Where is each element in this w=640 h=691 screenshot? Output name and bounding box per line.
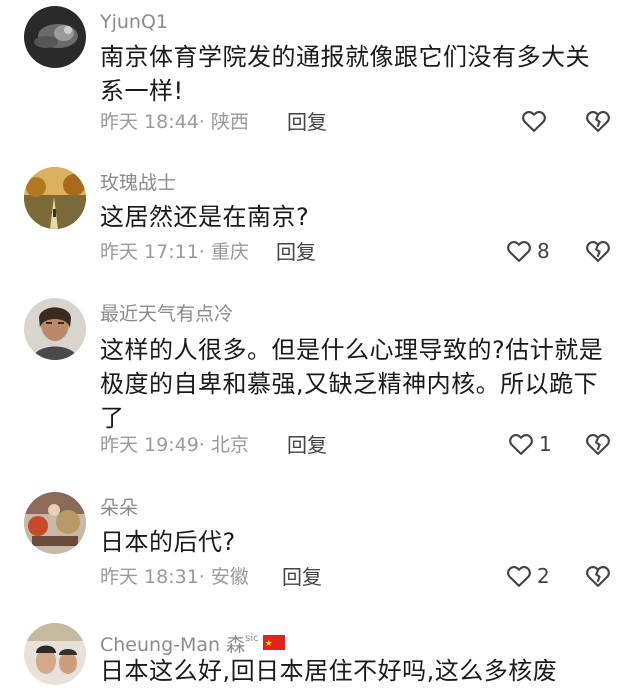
heart-outline-icon [507,566,531,587]
username[interactable]: 玫瑰战士 [100,171,176,195]
like-button[interactable]: 2 [505,562,565,592]
dislike-button[interactable] [584,562,614,592]
avatar[interactable] [24,298,86,360]
avatar[interactable] [24,167,86,229]
comment-time: 昨天 17:11 [100,241,199,263]
comment-time: 昨天 19:49 [100,434,199,456]
broken-heart-icon [586,111,610,132]
avatar[interactable] [24,6,86,68]
heart-outline-icon [507,241,531,262]
comment-location: 重庆 [210,241,249,263]
like-button[interactable]: 1 [507,430,567,460]
reply-button[interactable]: 回复 [276,240,316,264]
comment-location: 北京 [210,434,249,456]
username[interactable]: 最近天气有点冷 [100,302,233,326]
dislike-button[interactable] [584,237,614,267]
comment-text: 日本这么好,回日本居住不好吗,这么多核废 [100,657,558,685]
like-count: 8 [537,239,550,263]
broken-heart-icon [586,434,610,455]
heart-outline-icon [509,434,533,455]
comment-meta: 昨天 18:44· 陕西 [100,111,249,133]
reply-button[interactable]: 回复 [287,433,327,457]
comment-text: 这样的人很多。但是什么心理导致的?估计就是极度的自卑和慕强,又缺乏精神内核。所以… [100,336,604,432]
dislike-button[interactable] [584,430,614,460]
username[interactable]: YjunQ1 [100,10,168,34]
avatar[interactable] [24,623,86,685]
reply-button[interactable]: 回复 [282,565,322,589]
comment-text: 日本的后代? [100,528,236,556]
like-count: 2 [537,564,550,588]
comment-location: 陕西 [210,111,249,133]
broken-heart-icon [586,241,610,262]
like-count: 1 [539,432,552,456]
username[interactable]: Cheung-Man 森sic [100,627,285,657]
like-button[interactable]: 8 [505,237,565,267]
dislike-button[interactable] [584,107,614,137]
comment-time: 昨天 18:44 [100,111,199,133]
comment-meta: 昨天 17:11· 重庆 [100,241,249,263]
comment-text: 这居然还是在南京? [100,203,310,231]
china-flag-icon [262,632,285,656]
avatar[interactable] [24,492,86,554]
heart-outline-icon [522,111,546,132]
reply-button[interactable]: 回复 [287,110,327,134]
username-text: Cheung-Man 森 [100,634,246,656]
like-button[interactable] [520,107,580,137]
comment-text: 南京体育学院发的通报就像跟它们没有多大关系一样! [100,43,590,105]
username[interactable]: 朵朵 [100,496,138,520]
comment-meta: 昨天 19:49· 北京 [100,434,249,456]
comment-location: 安徽 [210,566,249,588]
comment-meta: 昨天 18:31· 安徽 [100,566,249,588]
username-suffix: sic [245,633,259,644]
broken-heart-icon [586,566,610,587]
comment-time: 昨天 18:31 [100,566,199,588]
